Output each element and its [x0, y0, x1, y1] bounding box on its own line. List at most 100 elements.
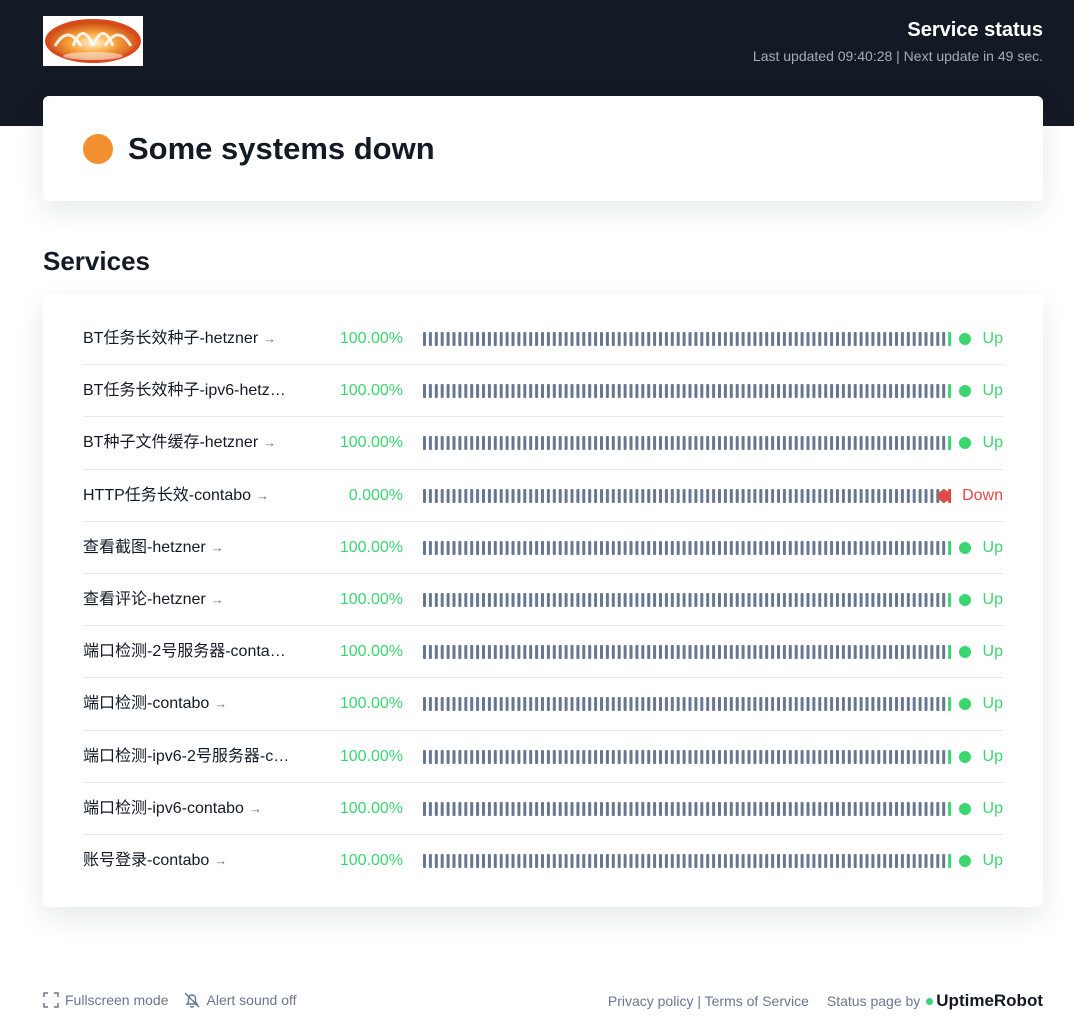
uptime-bar — [617, 645, 621, 660]
uptime-bar — [458, 592, 462, 607]
uptime-bar — [452, 853, 456, 868]
uptime-bar — [700, 592, 704, 607]
uptime-bar — [493, 645, 497, 660]
uptime-bar — [936, 801, 940, 816]
uptime-bar — [847, 592, 851, 607]
uptime-bar — [912, 697, 916, 712]
uptime-bar — [535, 749, 539, 764]
uptime-bar — [836, 801, 839, 816]
uptime-bar — [541, 592, 544, 607]
uptime-bar — [434, 436, 438, 451]
uptime-bar — [452, 384, 456, 399]
uptime-bar — [605, 749, 609, 764]
uptime-bar — [434, 749, 438, 764]
uptime-bar — [576, 749, 580, 764]
service-name-link[interactable]: 端口检测-ipv6-contabo → — [83, 783, 291, 835]
uptime-bar — [694, 488, 698, 503]
terms-link[interactable]: Terms of Service — [705, 993, 809, 1009]
service-name-link[interactable]: BT种子文件缓存-hetzner → — [83, 417, 291, 469]
service-name-link[interactable]: 端口检测-ipv6-2号服务器-contabo→ — [83, 731, 291, 783]
fullscreen-button[interactable]: Fullscreen mode — [43, 992, 169, 1008]
uptime-bar — [723, 592, 727, 607]
uptime-bar — [694, 697, 698, 712]
uptime-bar — [712, 540, 716, 555]
uptime-bar — [765, 853, 769, 868]
uptime-bar — [564, 384, 568, 399]
uptime-bar — [836, 540, 839, 555]
powered-by[interactable]: Status page by UptimeRobot — [827, 991, 1043, 1011]
uptime-bar — [470, 436, 474, 451]
uptime-bar — [629, 332, 633, 346]
uptime-bar — [505, 749, 509, 764]
uptime-bar — [853, 488, 857, 503]
status-label: Up — [982, 799, 1003, 817]
uptime-bar — [600, 645, 603, 660]
uptime-bar — [729, 645, 733, 660]
uptime-bar — [729, 801, 733, 816]
uptime-bar — [948, 332, 952, 346]
service-name-link[interactable]: HTTP任务长效-contabo → — [83, 470, 291, 522]
status-dot-icon — [958, 646, 971, 659]
uptime-bar — [682, 332, 686, 346]
uptime-bar — [788, 488, 792, 503]
uptime-bars — [423, 853, 953, 868]
uptime-bar — [482, 749, 485, 764]
service-name-link[interactable]: 查看截图-hetzner → — [83, 522, 291, 574]
uptimerobot-brand: UptimeRobot — [936, 991, 1043, 1010]
uptime-bar — [906, 853, 910, 868]
uptime-bar — [664, 801, 668, 816]
page-title: Service status — [907, 19, 1043, 41]
bittorrent-logo[interactable] — [43, 16, 143, 66]
uptime-bar — [824, 697, 828, 712]
alert-sound-button[interactable]: Alert sound off — [183, 991, 297, 1009]
uptime-bar — [523, 645, 527, 660]
uptime-bar — [924, 697, 928, 712]
uptime-bar — [440, 697, 444, 712]
status-label: Up — [982, 747, 1003, 765]
uptime-bar — [605, 801, 609, 816]
uptime-bar — [423, 332, 426, 346]
uptime-bar — [836, 592, 839, 607]
uptime-bar — [688, 801, 692, 816]
uptime-bar — [900, 645, 904, 660]
uptime-bar — [676, 853, 680, 868]
uptime-bar — [853, 540, 857, 555]
uptime-bar — [541, 645, 544, 660]
uptime-bar — [865, 645, 869, 660]
uptime-bar — [865, 853, 869, 868]
uptime-bar — [464, 592, 468, 607]
status-dot-icon — [958, 802, 971, 815]
service-name-link[interactable]: BT任务长效种子-ipv6-hetzner→ — [83, 365, 291, 417]
service-name-link[interactable]: 查看评论-hetzner → — [83, 574, 291, 626]
service-name-link[interactable]: 端口检测-contabo → — [83, 678, 291, 730]
uptime-bar — [900, 592, 904, 607]
uptime-bar — [446, 592, 450, 607]
uptime-bar — [676, 332, 680, 346]
uptime-bar — [493, 853, 497, 868]
uptime-bar — [464, 853, 468, 868]
uptime-bar — [635, 749, 639, 764]
uptime-bar — [741, 540, 745, 555]
uptime-bar — [782, 697, 786, 712]
uptime-bar — [930, 645, 934, 660]
uptime-bar — [706, 697, 710, 712]
uptime-bar — [712, 592, 716, 607]
uptime-bar — [777, 697, 780, 712]
uptime-bar — [877, 332, 881, 346]
uptime-bar — [664, 592, 668, 607]
uptime-bar — [487, 801, 491, 816]
uptime-bar — [647, 540, 651, 555]
uptime-bar — [605, 592, 609, 607]
uptime-bar — [446, 697, 450, 712]
uptime-bar — [853, 749, 857, 764]
uptime-bar — [853, 697, 857, 712]
service-name-link[interactable]: BT任务长效种子-hetzner → — [83, 313, 291, 365]
uptime-percentage: 100.00% — [339, 434, 403, 452]
uptime-bar — [948, 697, 952, 712]
uptime-bar — [753, 332, 757, 346]
service-name-link[interactable]: 账号登录-contabo → — [83, 835, 291, 887]
uptime-bar — [859, 592, 863, 607]
uptime-bar — [423, 384, 426, 399]
privacy-policy-link[interactable]: Privacy policy — [608, 993, 694, 1009]
service-name-link[interactable]: 端口检测-2号服务器-contabo→ — [83, 626, 291, 678]
